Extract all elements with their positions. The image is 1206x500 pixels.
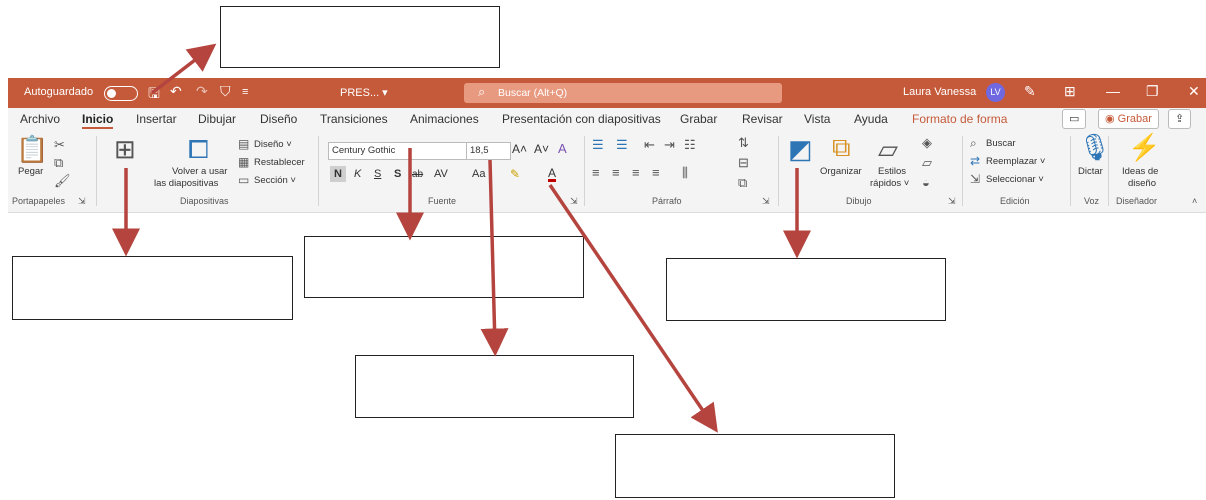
arrow-to-quick-access bbox=[150, 43, 217, 95]
arrow-to-font-size bbox=[480, 159, 509, 357]
arrow-to-font-color bbox=[548, 184, 718, 433]
annotation-arrows bbox=[112, 43, 811, 433]
